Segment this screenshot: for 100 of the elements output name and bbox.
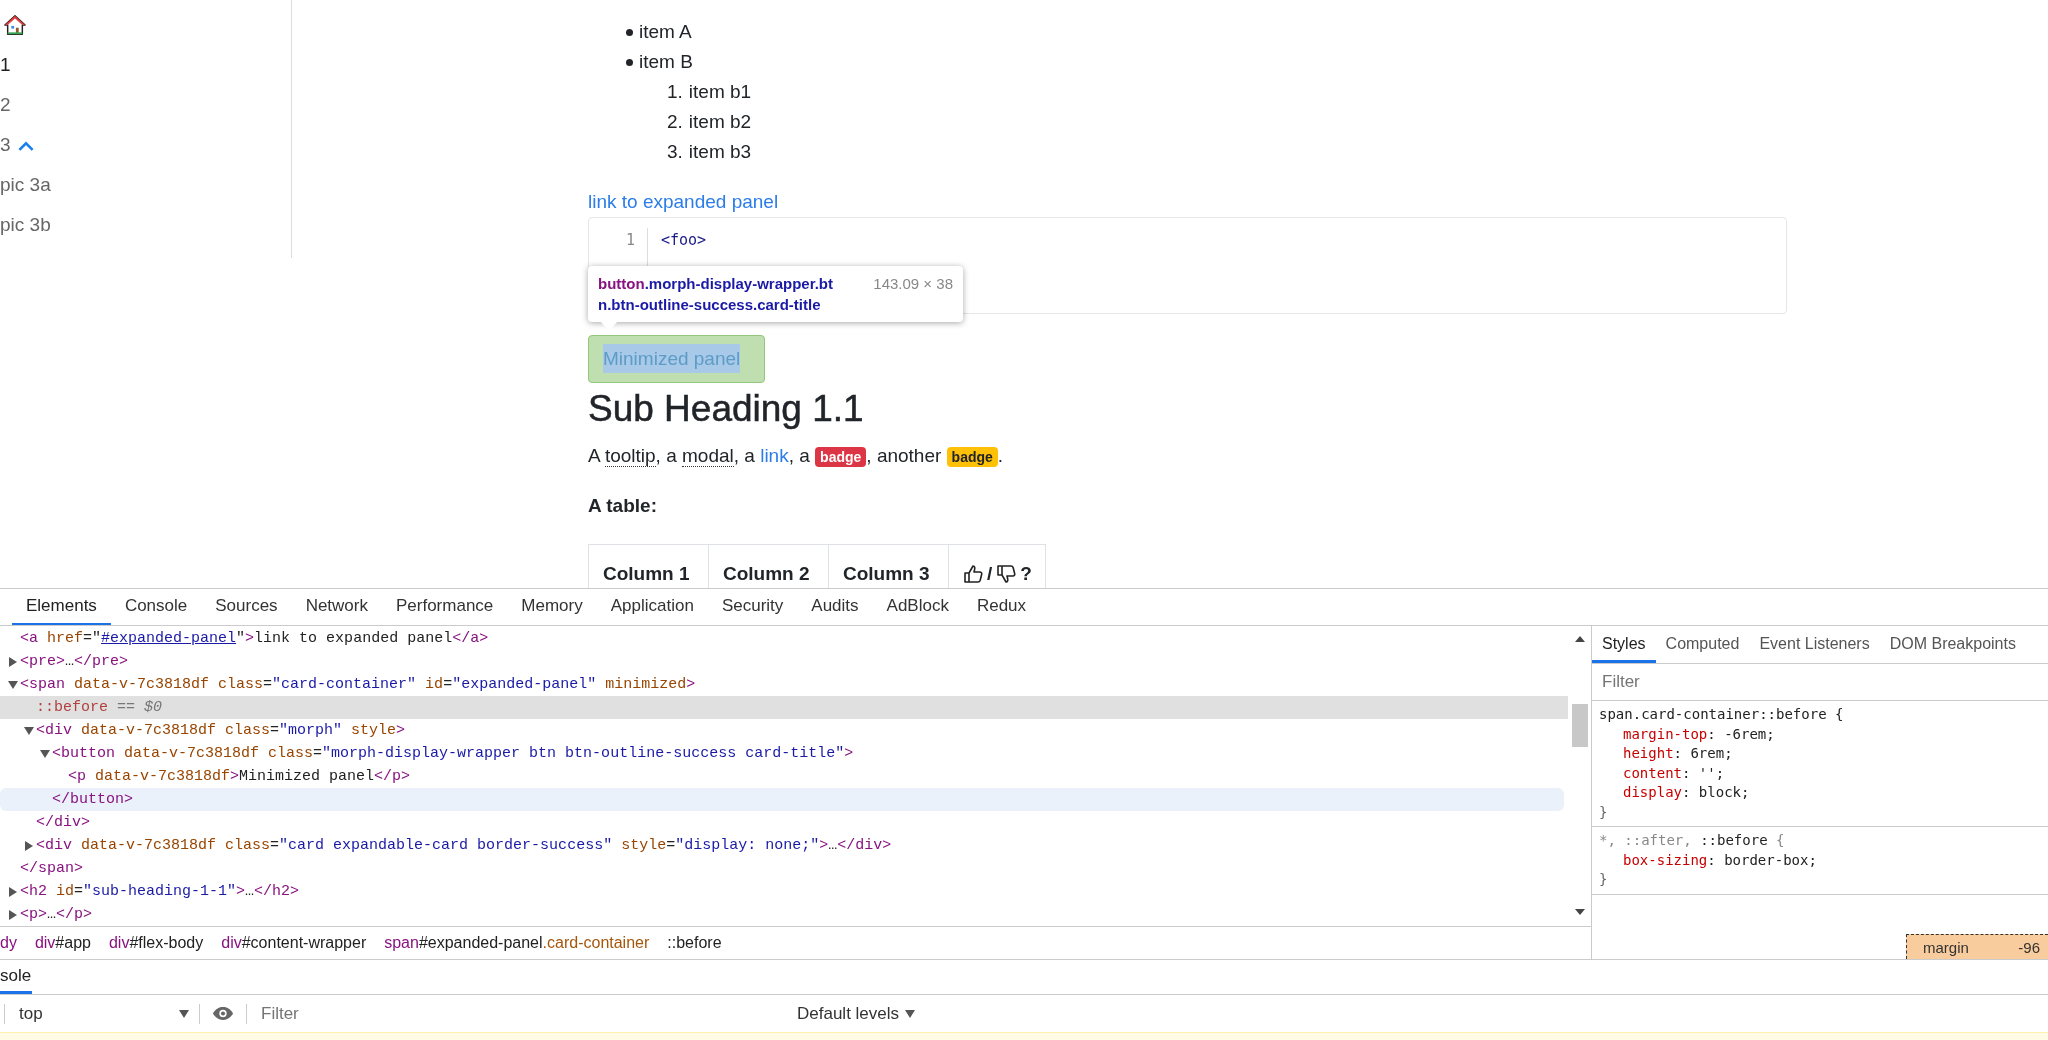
panel-tab[interactable]: Network: [291, 589, 382, 625]
list-item: item B: [639, 51, 693, 73]
list-number: 2.: [667, 111, 683, 133]
home-link[interactable]: [4, 14, 26, 36]
pane-tab[interactable]: DOM Breakpoints: [1879, 626, 2026, 663]
dom-tree-row[interactable]: <div data-v-7c3818df class="morph" style>: [0, 719, 1568, 742]
css-selector: span.card-container::before {: [1599, 705, 1845, 724]
panel-tab[interactable]: Redux: [962, 589, 1041, 625]
context-select[interactable]: top: [9, 1003, 195, 1024]
collapsed-triangle-icon[interactable]: [9, 909, 17, 920]
list-item: item b2: [688, 111, 752, 133]
dom-tree-row[interactable]: <h2 id="sub-heading-1-1">…</h2>: [0, 880, 1568, 903]
dom-tree-row[interactable]: <div data-v-7c3818df class="card expandable-card border-success" style="display: none;">…</div>: [0, 834, 1568, 857]
panel-tab[interactable]: Application: [596, 589, 708, 625]
dom-tree-row[interactable]: <p>…</p>: [0, 903, 1568, 926]
sidebar-link[interactable]: 1: [0, 54, 11, 76]
bullet-icon: [626, 28, 633, 36]
panel-tab[interactable]: Console: [110, 589, 202, 625]
breadcrumb[interactable]: span#expanded-panel.card-container: [384, 934, 650, 952]
element-selector: button.morph-display-wrapper.bt n.btn-outline-success.card-title: [598, 274, 833, 315]
caret-icon: [179, 1009, 189, 1018]
question-mark: ?: [1020, 562, 1032, 586]
link[interactable]: link: [760, 445, 789, 466]
scroll-up-icon[interactable]: [1574, 636, 1585, 642]
css-declaration: display: block;: [1622, 783, 1751, 802]
breadcrumb[interactable]: ::before: [667, 934, 722, 952]
dom-node-line: <div data-v-7c3818df class="card expandable-card border-success" style="display: none;">…</div>: [36, 837, 892, 854]
dom-node-line: ::before == $0: [36, 699, 163, 716]
panel-tab[interactable]: Performance: [382, 589, 508, 625]
dom-node-line: <p data-v-7c3818df>Minimized panel</p>: [68, 768, 411, 785]
dom-tree-row[interactable]: </div>: [0, 811, 1568, 834]
dom-node-line: <button data-v-7c3818df class="morph-display-wrapper btn btn-outline-success card-title">: [52, 745, 854, 762]
levels-dropdown[interactable]: Default levels: [797, 1003, 916, 1024]
css-declaration: margin-top: -6rem;: [1622, 724, 1776, 744]
caret-icon: [905, 1009, 916, 1018]
section-heading: Sub Heading 1.1: [588, 387, 865, 431]
pane-tab[interactable]: Event Listeners: [1749, 626, 1880, 663]
filter-field[interactable]: Filter: [1592, 664, 2048, 701]
panel-tab[interactable]: Elements: [12, 589, 111, 625]
dom-tree-row[interactable]: <button data-v-7c3818df class="morph-display-wrapper btn btn-outline-success card-title">: [0, 742, 1568, 765]
collapsed-triangle-icon[interactable]: [9, 886, 17, 897]
expanded-triangle-icon[interactable]: [8, 680, 18, 689]
dom-node-line: </span>: [20, 860, 83, 877]
css-selector: *, ::after, ::before {: [1599, 831, 1786, 850]
list-item: item b1: [688, 81, 752, 103]
sidebar-link[interactable]: pic 3a: [0, 174, 51, 196]
dom-tree-row[interactable]: <p data-v-7c3818df>Minimized panel</p>: [0, 765, 1568, 788]
pane-tab[interactable]: Computed: [1655, 626, 1750, 663]
css-declaration: content: '';: [1622, 763, 1726, 783]
dom-tree-row[interactable]: <pre>…</pre>: [0, 650, 1568, 673]
breadcrumb[interactable]: div#flex-body: [108, 934, 204, 952]
bullet-icon: [626, 58, 633, 66]
breadcrumb[interactable]: dy: [0, 934, 17, 952]
css-declaration: box-sizing: border-box;: [1622, 850, 1818, 870]
list-item: item A: [639, 21, 692, 43]
dom-tree-row[interactable]: <a href="#expanded-panel">link to expanded panel</a>: [0, 627, 1568, 650]
dom-tree-row[interactable]: <span data-v-7c3818df class="card-container" id="expanded-panel" minimized>: [0, 673, 1568, 696]
code-line: <foo>: [661, 230, 707, 251]
breadcrumb[interactable]: div#content-wrapper: [221, 934, 367, 952]
dom-tree-row[interactable]: </span>: [0, 857, 1568, 880]
dom-node-line: <div data-v-7c3818df class="morph" style>: [36, 722, 406, 739]
dom-node-line: <h2 id="sub-heading-1-1">…</h2>: [20, 883, 300, 900]
dom-node-line: <p>…</p>: [20, 906, 93, 923]
sidebar-link[interactable]: pic 3b: [0, 214, 51, 236]
thumbs-up-icon: [963, 564, 983, 584]
thumbs-down-icon: [996, 564, 1017, 584]
badge: badge: [815, 447, 867, 467]
dom-tree-row[interactable]: </button>: [0, 788, 1564, 811]
dom-node-line: </div>: [36, 814, 90, 831]
margin-label: margin: [1923, 938, 1969, 956]
collapsed-triangle-icon[interactable]: [25, 840, 33, 851]
dom-node-line: </button>: [52, 791, 133, 808]
separator-text: /: [987, 562, 993, 586]
panel-tab[interactable]: Memory: [507, 589, 597, 625]
expanded-triangle-icon[interactable]: [24, 726, 34, 735]
tooltip-term[interactable]: modal: [682, 445, 734, 467]
drawer-tab[interactable]: sole: [0, 960, 33, 994]
house-icon: [4, 14, 26, 36]
scroll-down-icon[interactable]: [1574, 909, 1585, 915]
sidebar-link[interactable]: 2: [0, 94, 11, 116]
link[interactable]: link to expanded panel: [588, 187, 779, 217]
link[interactable]: #expanded-panel: [101, 630, 237, 647]
list-number: 3.: [667, 141, 683, 163]
collapsed-triangle-icon[interactable]: [9, 656, 17, 667]
dom-node-line: <pre>…</pre>: [20, 653, 129, 670]
expanded-triangle-icon[interactable]: [40, 749, 50, 758]
element-size: 143.09 × 38: [873, 274, 953, 294]
scroll-thumb[interactable]: [1571, 704, 1588, 747]
breadcrumb[interactable]: div#app: [34, 934, 91, 952]
paragraph: A tooltip, a modal, a link, a badge , another badge .: [588, 444, 1005, 469]
panel-tab[interactable]: Security: [707, 589, 798, 625]
panel-tab[interactable]: AdBlock: [872, 589, 963, 625]
closing-brace: }: [1599, 870, 1609, 889]
sidebar-link[interactable]: 3: [0, 134, 11, 156]
dom-tree-row[interactable]: ::before == $0: [0, 696, 1568, 719]
tooltip-term[interactable]: tooltip: [604, 445, 656, 467]
panel-tab[interactable]: Sources: [201, 589, 292, 625]
panel-tab[interactable]: Audits: [797, 589, 873, 625]
pane-tab[interactable]: Styles: [1592, 626, 1656, 663]
css-declaration: height: 6rem;: [1622, 744, 1734, 763]
